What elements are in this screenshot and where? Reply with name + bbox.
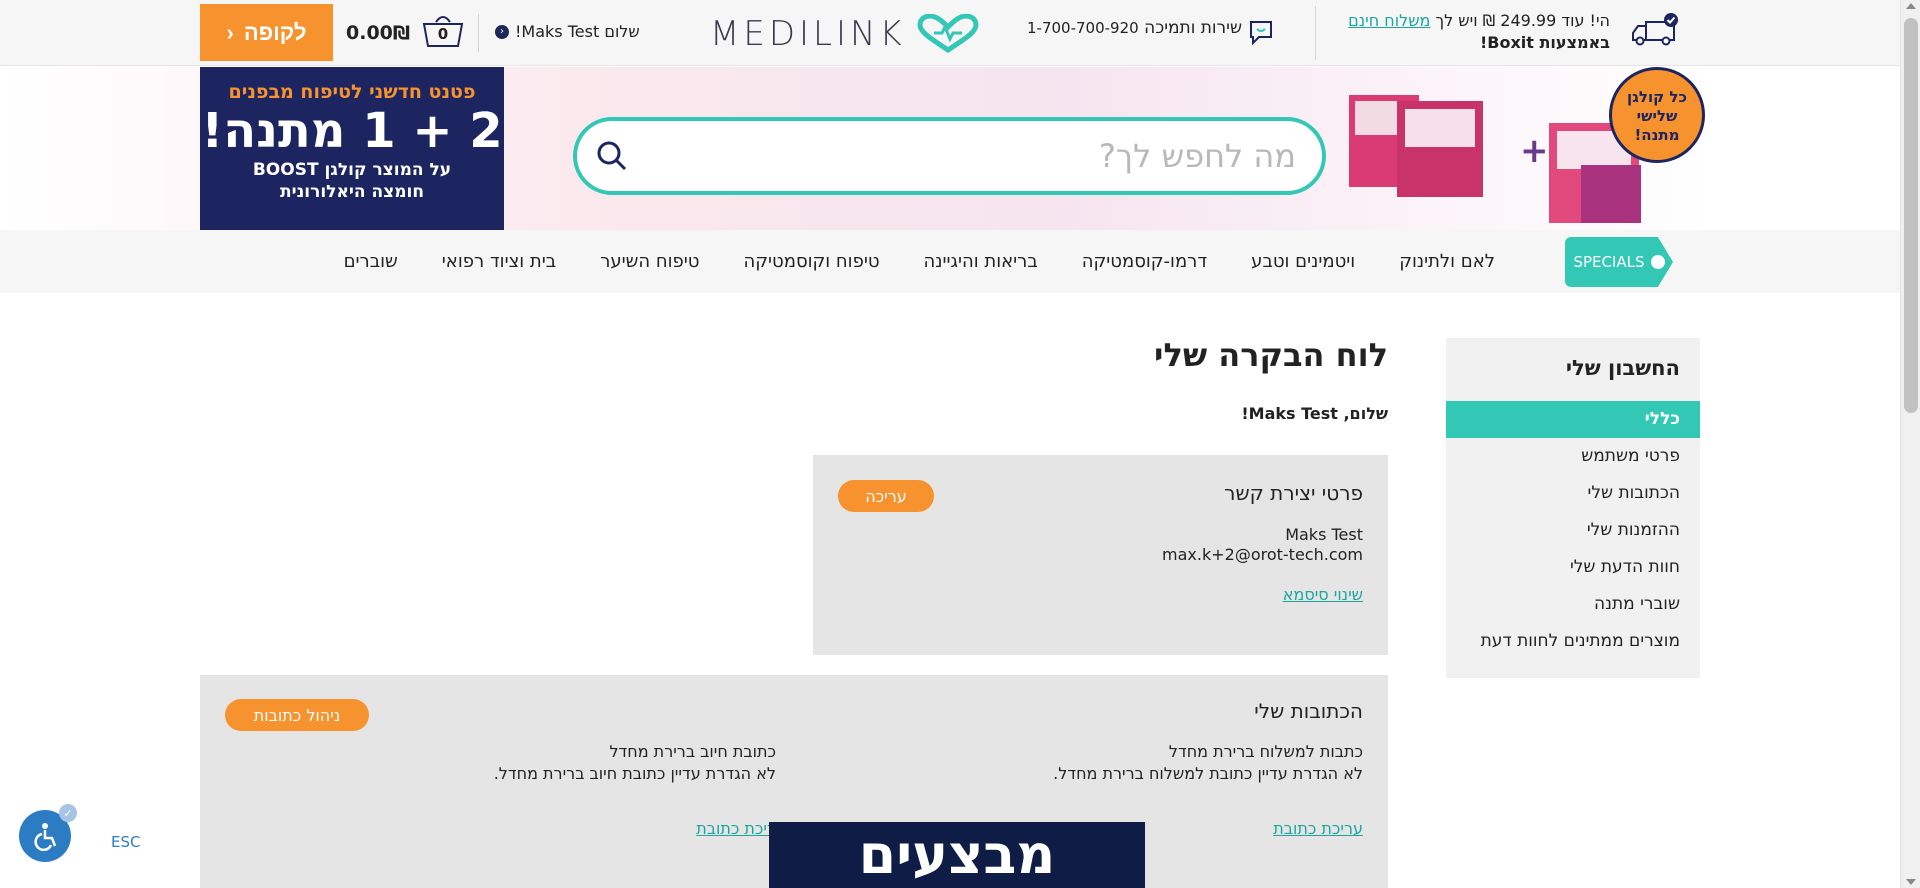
category-nav: SPECIALS לאם ולתינוק ויטמינים וטבע דרמו-… [0, 230, 1900, 293]
delivery-truck-icon [1632, 13, 1678, 46]
esc-label[interactable]: ESC [111, 833, 140, 851]
support-phone[interactable]: 1-700-700-920 [1027, 19, 1139, 37]
contact-name: Maks Test [1285, 525, 1363, 544]
third-free-badge: כל קולגן שלישי מתנה! [1609, 67, 1705, 163]
checkout-button[interactable]: לקופה ‹ [200, 4, 333, 61]
billing-address-title: כתובת חיוב ברירת מחדל [609, 742, 776, 761]
heart-logo-icon [917, 14, 979, 54]
promo-banner: פטנט חדשני לטיפוח מבפנים 2 + 1 מתנה! על … [0, 67, 1900, 230]
sidebar-item-pending-reviews[interactable]: מוצרים ממתינים לחוות דעת [1446, 623, 1700, 660]
basket-count: 0 [437, 25, 449, 43]
checkout-label: לקופה [243, 19, 307, 45]
collagen-products-image[interactable]: + כל קולגן שלישי מתנה! [1345, 67, 1705, 230]
free-shipping-link[interactable]: משלוח חינם [1348, 11, 1430, 30]
medilink-logo[interactable]: MEDILINK [710, 14, 980, 54]
billing-address-text: לא הגדרת עדיין כתובת חיוב ברירת מחדל. [493, 764, 776, 783]
edit-shipping-address-link[interactable]: עריכת כתובת [1273, 819, 1363, 838]
top-bar: הי! עוד 249.99 ₪ ויש לך משלוח חינם באמצע… [0, 0, 1900, 66]
sidebar-item-gift-vouchers[interactable]: שוברי מתנה [1446, 586, 1700, 623]
user-greeting[interactable]: שלום Maks Test! ‹ [495, 22, 640, 41]
nav-item-vouchers[interactable]: שוברים [344, 251, 398, 272]
shipping-prefix: הי! עוד [1561, 11, 1610, 30]
sidebar-title: החשבון שלי [1565, 356, 1680, 380]
change-password-link[interactable]: שינוי סיסמא [1283, 585, 1363, 604]
category-list: לאם ולתינוק ויטמינים וטבע דרמו-קוסמטיקה … [344, 230, 1495, 293]
search-box[interactable] [573, 117, 1326, 195]
topbar-divider-2 [478, 14, 479, 52]
specials-label: SPECIALS [1573, 253, 1645, 271]
deals-popup-banner[interactable]: מבצעים [769, 822, 1145, 888]
page-title: לוח הבקרה שלי [1154, 336, 1388, 374]
sidebar-item-addresses[interactable]: הכתובות שלי [1446, 475, 1700, 512]
promo-line-4: חומצה היאלורונית [279, 182, 425, 202]
sidebar-item-user-details[interactable]: פרטי משתמש [1446, 438, 1700, 475]
badge-line-3: מתנה! [1634, 126, 1680, 144]
default-billing-address: כתובת חיוב ברירת מחדל לא הגדרת עדיין כתו… [494, 741, 776, 785]
scrollbar-thumb[interactable] [1904, 18, 1918, 413]
collagen-promo[interactable]: פטנט חדשני לטיפוח מבפנים 2 + 1 מתנה! על … [200, 67, 504, 230]
badge-line-1: כל קולגן [1627, 88, 1687, 106]
basket-button[interactable]: 0 [420, 12, 466, 50]
contact-email: max.k+2@orot-tech.com [1162, 545, 1363, 564]
plus-sign: + [1520, 131, 1549, 171]
search-input[interactable] [656, 135, 1296, 177]
wheelchair-icon [34, 823, 57, 851]
scroll-down-arrow-icon[interactable] [1906, 879, 1916, 885]
edit-billing-address-link[interactable]: ריכת כתובת [696, 819, 776, 838]
shipping-amount: 249.99 ₪ [1482, 11, 1557, 30]
sidebar-item-general[interactable]: כללי [1446, 401, 1700, 438]
promo-line-3: על המוצר קולגן BOOST [252, 160, 452, 180]
default-shipping-address: כתבות למשלוח ברירת מחדל לא הגדרת עדיין כ… [1053, 741, 1363, 785]
topbar-divider [1315, 6, 1316, 60]
promo-line-2: 2 + 1 מתנה! [201, 103, 503, 159]
addresses-card-title: הכתובות שלי [1254, 699, 1363, 723]
scroll-up-arrow-icon[interactable] [1906, 3, 1916, 9]
edit-contact-button[interactable]: עריכה [838, 480, 934, 512]
accessibility-button[interactable]: ✓ [19, 804, 77, 862]
nav-item-vitamins[interactable]: ויטמינים וטבע [1251, 251, 1355, 272]
badge-line-2: שלישי [1636, 107, 1678, 125]
shipping-address-title: כתבות למשלוח ברירת מחדל [1168, 742, 1363, 761]
shipping-suffix: באמצעות Boxit! [1479, 33, 1610, 52]
hello-text: שלום Maks Test! [515, 22, 640, 41]
sidebar-item-reviews[interactable]: חוות הדעת שלי [1446, 549, 1700, 586]
nav-item-dermo-cosmetics[interactable]: דרמו-קוסמטיקה [1082, 251, 1207, 272]
chevron-left-icon: ‹ [495, 24, 509, 39]
nav-item-care-cosmetics[interactable]: טיפוח וקוסמטיקה [743, 251, 879, 272]
nav-item-home-medical[interactable]: בית וציוד רפואי [442, 251, 556, 272]
support-contact[interactable]: שירות ותמיכה 1-700-700-920 [1027, 18, 1242, 38]
nav-item-mother-baby[interactable]: לאם ולתינוק [1399, 251, 1495, 272]
free-shipping-notice: הי! עוד 249.99 ₪ ויש לך משלוח חינם באמצע… [1310, 10, 1610, 54]
check-icon: ✓ [59, 804, 77, 822]
specials-tag[interactable]: SPECIALS [1565, 237, 1673, 287]
tag-hole-icon [1650, 255, 1665, 269]
shipping-middle: ויש לך [1435, 11, 1478, 30]
sidebar-item-orders[interactable]: ההזמנות שלי [1446, 512, 1700, 549]
support-label: שירות ותמיכה [1144, 18, 1242, 38]
account-sidebar: החשבון שלי כללי פרטי משתמש הכתובות שלי ה… [1446, 338, 1700, 678]
page-scrollbar[interactable] [1900, 0, 1920, 888]
chevron-left-icon: ‹ [226, 19, 234, 45]
promo-line-1: פטנט חדשני לטיפוח מבפנים [228, 81, 476, 103]
contact-details-card: פרטי יצירת קשר עריכה Maks Test max.k+2@o… [813, 455, 1388, 655]
basket-total: 0.00₪ [346, 22, 411, 44]
logo-text: MEDILINK [710, 14, 906, 54]
chat-bubble-icon [1250, 21, 1272, 46]
greeting-text: שלום, Maks Test! [1241, 404, 1388, 423]
contact-card-title: פרטי יצירת קשר [1224, 481, 1363, 505]
search-icon[interactable] [595, 139, 629, 173]
manage-addresses-button[interactable]: ניהול כתובות [225, 699, 369, 731]
shipping-address-text: לא הגדרת עדיין כתובת למשלוח ברירת מחדל. [1053, 764, 1363, 783]
nav-item-health-hygiene[interactable]: בריאות והיגיינה [924, 251, 1038, 272]
nav-item-hair-care[interactable]: טיפוח השיער [600, 251, 699, 272]
